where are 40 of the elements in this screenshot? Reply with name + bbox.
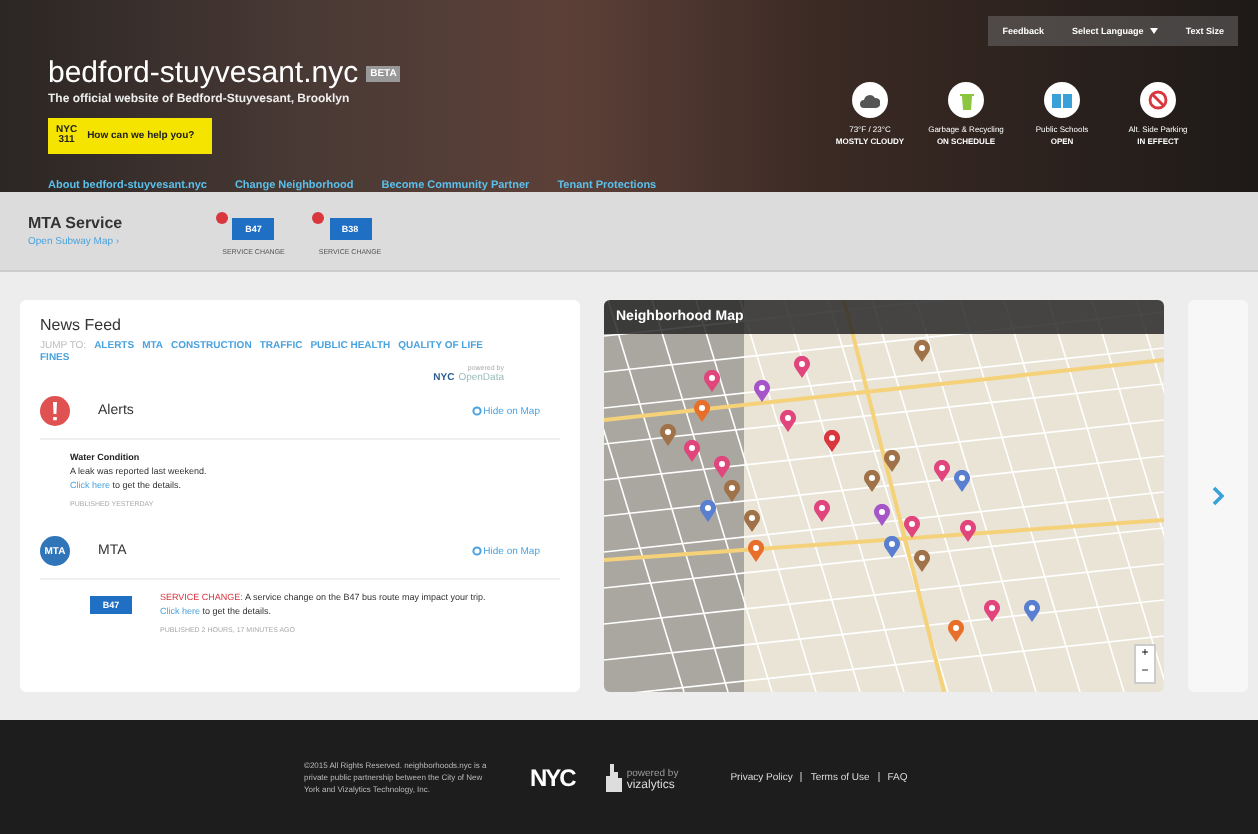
alert-dot <box>216 212 229 224</box>
map-pin-icon <box>744 510 760 532</box>
section-title: MTA Service <box>28 214 123 232</box>
cloud-icon <box>860 93 880 107</box>
map-pin-icon <box>754 380 770 402</box>
site-title: bedford-stuyvesant.nyc <box>48 56 359 90</box>
book-icon <box>1052 93 1072 107</box>
caret-icon <box>1149 28 1158 34</box>
map-pin-icon <box>914 340 930 362</box>
card-title: News Feed <box>40 316 123 334</box>
map-pin-icon <box>780 410 796 432</box>
map-pin-icon <box>684 440 700 462</box>
target-icon <box>471 546 482 556</box>
map-pin-icon <box>884 536 900 558</box>
map-pin-icon <box>864 470 880 492</box>
map-pin-icon <box>700 500 716 522</box>
map-pin-icon <box>904 516 920 538</box>
map-pin-icon <box>934 460 950 482</box>
map-pin-icon <box>704 370 720 392</box>
target-icon <box>471 406 482 416</box>
nyc-logo: NYC <box>530 763 575 791</box>
no-parking-icon <box>1148 90 1168 110</box>
map-pin-icon <box>914 550 930 572</box>
alert-dot <box>312 212 325 224</box>
map-pin-icon <box>748 540 764 562</box>
map-pin-icon <box>824 430 840 452</box>
map-pin-icon <box>884 450 900 472</box>
map-pin-icon <box>694 400 710 422</box>
map-pin-icon <box>814 500 830 522</box>
alert-icon <box>40 396 70 426</box>
trash-can-icon <box>959 91 973 109</box>
map-pin-icon <box>660 424 676 446</box>
skyline-icon <box>606 763 623 791</box>
map-pin-icon <box>984 600 1000 622</box>
map-pin-icon <box>794 356 810 378</box>
map-pin-icon <box>874 504 890 526</box>
map-pin-icon <box>948 620 964 642</box>
map-pin-icon <box>954 470 970 492</box>
map-pin-icon <box>1024 600 1040 622</box>
map-pin-icon <box>960 520 976 542</box>
